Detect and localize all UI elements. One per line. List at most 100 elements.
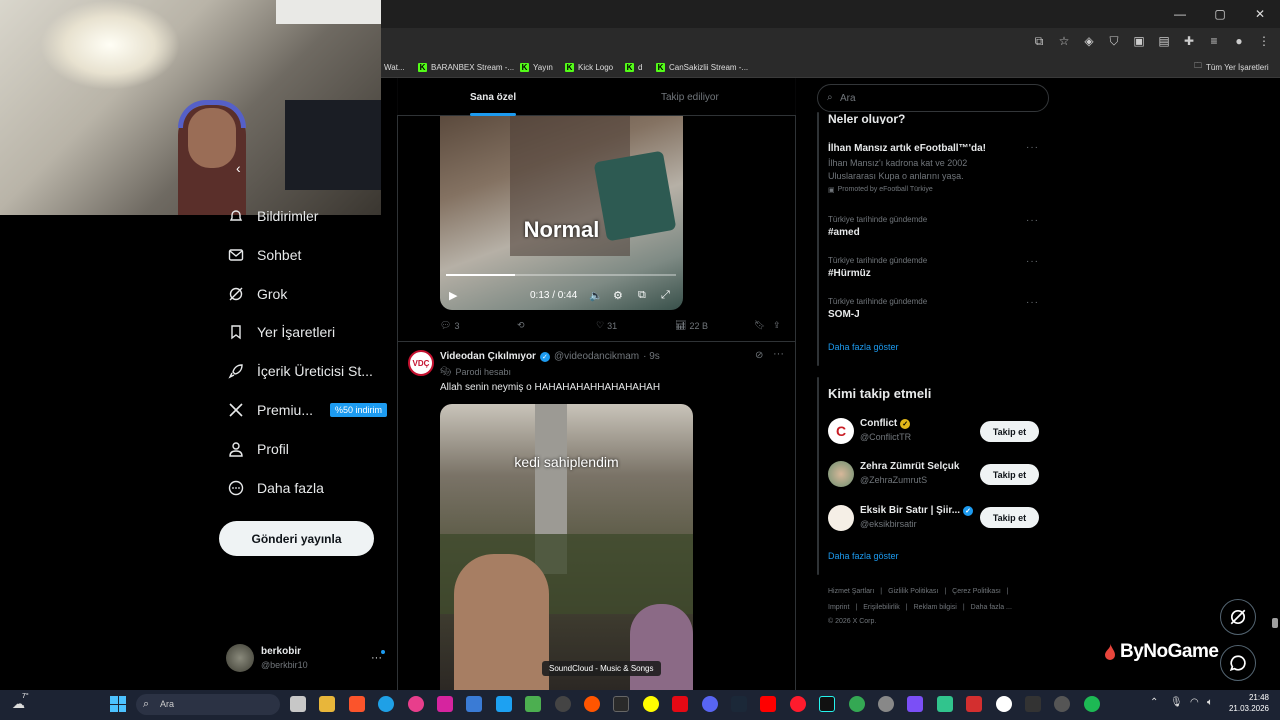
footer-link[interactable]: Hizmet Şartları bbox=[828, 588, 874, 595]
reply-button[interactable]: 💬︎ 3 bbox=[440, 320, 459, 331]
avatar[interactable]: C bbox=[828, 418, 854, 444]
store-icon[interactable] bbox=[466, 696, 482, 712]
bookmark[interactable]: Kd bbox=[625, 59, 642, 75]
footer-link[interactable]: Erişilebilirlik bbox=[863, 604, 900, 611]
shield-icon[interactable]: ⛉ bbox=[1106, 33, 1122, 49]
settings-icon[interactable]: ⚙ bbox=[613, 289, 623, 302]
app-icon[interactable] bbox=[1025, 696, 1041, 712]
brave-icon[interactable] bbox=[349, 696, 365, 712]
bookmark[interactable]: K BARANBEX Stream -... bbox=[418, 59, 514, 75]
maximize-button[interactable]: ▢ bbox=[1200, 0, 1240, 28]
settings-icon[interactable] bbox=[878, 696, 894, 712]
promo-title[interactable]: İlhan Mansız artık eFootball™'da! bbox=[828, 143, 986, 154]
media-icon[interactable]: ≡ bbox=[1206, 33, 1222, 49]
profile-icon[interactable]: ● bbox=[1231, 33, 1247, 49]
yandex-icon[interactable] bbox=[996, 696, 1012, 712]
task-view-icon[interactable] bbox=[290, 696, 306, 712]
steam-icon[interactable] bbox=[731, 696, 747, 712]
suggest-name[interactable]: Conflict ✓ bbox=[860, 418, 911, 429]
more-icon[interactable]: ··· bbox=[1026, 142, 1039, 153]
messages-fab[interactable] bbox=[1220, 645, 1256, 681]
grok-icon[interactable]: ⊘ bbox=[755, 350, 763, 361]
follow-button[interactable]: Takip et bbox=[980, 421, 1039, 442]
minimize-button[interactable]: — bbox=[1160, 0, 1200, 28]
more-icon[interactable]: ··· bbox=[1026, 256, 1039, 267]
more-icon[interactable]: ··· bbox=[1026, 215, 1039, 226]
extension-icon[interactable]: ▤ bbox=[1156, 33, 1172, 49]
search-input[interactable]: ⌕ Ara bbox=[817, 84, 1049, 112]
explorer-icon[interactable] bbox=[319, 696, 335, 712]
avatar[interactable] bbox=[226, 644, 254, 672]
instagram-icon[interactable] bbox=[437, 696, 453, 712]
discord-icon[interactable] bbox=[702, 696, 718, 712]
mic-icon[interactable]: 🎙︎ bbox=[1170, 697, 1183, 708]
avatar[interactable] bbox=[828, 505, 854, 531]
snapchat-icon[interactable] bbox=[643, 696, 659, 712]
youtube-icon[interactable] bbox=[760, 696, 776, 712]
nav-grok[interactable]: Grok bbox=[228, 286, 287, 302]
app-icon[interactable] bbox=[525, 696, 541, 712]
app-icon[interactable] bbox=[1054, 696, 1070, 712]
bookmarks-folder[interactable]: 🗀 Tüm Yer İşaretleri bbox=[1194, 59, 1269, 75]
install-icon[interactable]: ⧉ bbox=[1031, 33, 1047, 49]
chrome-icon[interactable] bbox=[849, 696, 865, 712]
avatar[interactable] bbox=[828, 461, 854, 487]
post-button[interactable]: Gönderi yayınla bbox=[219, 521, 374, 556]
repost-button[interactable]: ⟲ bbox=[517, 320, 528, 331]
epic-games-icon[interactable] bbox=[613, 696, 629, 712]
footer-link[interactable]: Imprint bbox=[828, 604, 849, 611]
tweet-author-handle[interactable]: @videodancikmam bbox=[554, 351, 639, 362]
nav-chat[interactable]: Sohbet bbox=[228, 247, 301, 263]
chevron-left-icon[interactable]: ‹ bbox=[236, 160, 252, 180]
tab-for-you[interactable]: Sana özel bbox=[470, 92, 516, 103]
soundcloud-icon[interactable] bbox=[584, 696, 600, 712]
suggest-name[interactable]: Zehra Zümrüt Selçuk bbox=[860, 461, 959, 472]
windows-start-icon[interactable] bbox=[110, 696, 126, 712]
trend-name[interactable]: #amed bbox=[828, 227, 860, 238]
nav-premium[interactable]: Premiu... %50 indirim bbox=[228, 402, 388, 418]
menu-icon[interactable]: ⋮ bbox=[1256, 33, 1272, 49]
show-more-link[interactable]: Daha fazla göster bbox=[828, 551, 899, 561]
video-player[interactable] bbox=[440, 116, 683, 310]
trend-name[interactable]: #Hürmüz bbox=[828, 268, 871, 279]
bookmark[interactable]: Wat... bbox=[384, 59, 405, 75]
views-button[interactable]: 📊︎ 22 B bbox=[675, 320, 708, 331]
opera-icon[interactable] bbox=[790, 696, 806, 712]
extension-icon[interactable]: ▣ bbox=[1131, 33, 1147, 49]
fullscreen-icon[interactable]: ⤢ bbox=[661, 289, 670, 302]
like-button[interactable]: ♡ 31 bbox=[596, 320, 617, 331]
extension-icon[interactable]: ◈ bbox=[1081, 33, 1097, 49]
nav-bookmarks[interactable]: Yer İşaretleri bbox=[228, 324, 335, 340]
suggest-name[interactable]: Eksik Bir Satır | Şiir... ✓ bbox=[860, 505, 974, 516]
bookmark[interactable]: K CanSakizlii Stream -... bbox=[656, 59, 748, 75]
footer-link[interactable]: Daha fazla ... bbox=[971, 604, 1012, 611]
tiktok-icon[interactable] bbox=[819, 696, 835, 712]
more-icon[interactable]: ··· bbox=[773, 348, 784, 360]
close-button[interactable]: ✕ bbox=[1240, 0, 1280, 28]
trend-name[interactable]: SOM-J bbox=[828, 309, 860, 320]
scrollbar-thumb[interactable] bbox=[1272, 618, 1278, 628]
bookmark[interactable]: K Yayın bbox=[520, 59, 553, 75]
tweet-author-name[interactable]: Videodan Çıkılmıyor bbox=[440, 351, 536, 362]
account-more-button[interactable]: ··· bbox=[371, 652, 382, 664]
video-progress-track[interactable] bbox=[446, 274, 676, 276]
follow-button[interactable]: Takip et bbox=[980, 507, 1039, 528]
footer-link[interactable]: Reklam bilgisi bbox=[914, 604, 957, 611]
volume-icon[interactable]: 🔈 bbox=[589, 289, 603, 302]
share-button[interactable]: ⇪ bbox=[773, 320, 781, 331]
nav-more[interactable]: Daha fazla bbox=[228, 480, 324, 496]
nav-creator-studio[interactable]: İçerik Üreticisi St... bbox=[228, 363, 373, 379]
app-icon[interactable] bbox=[907, 696, 923, 712]
play-icon[interactable]: ▶ bbox=[449, 289, 457, 302]
avatar[interactable]: VDÇ bbox=[408, 350, 434, 376]
nav-profile[interactable]: Profil bbox=[228, 441, 289, 457]
chevron-up-icon[interactable]: ⌃ bbox=[1150, 697, 1158, 708]
netflix-icon[interactable] bbox=[672, 696, 688, 712]
tweet-time[interactable]: · 9s bbox=[643, 351, 660, 362]
puzzle-icon[interactable]: ✚ bbox=[1181, 33, 1197, 49]
volume-icon[interactable]: 🔈︎ bbox=[1207, 697, 1213, 708]
pip-icon[interactable]: ⧉ bbox=[638, 289, 646, 302]
star-icon[interactable]: ☆ bbox=[1056, 33, 1072, 49]
clock-date[interactable]: 21.03.2026 bbox=[1222, 704, 1269, 713]
edge-icon[interactable] bbox=[378, 696, 394, 712]
